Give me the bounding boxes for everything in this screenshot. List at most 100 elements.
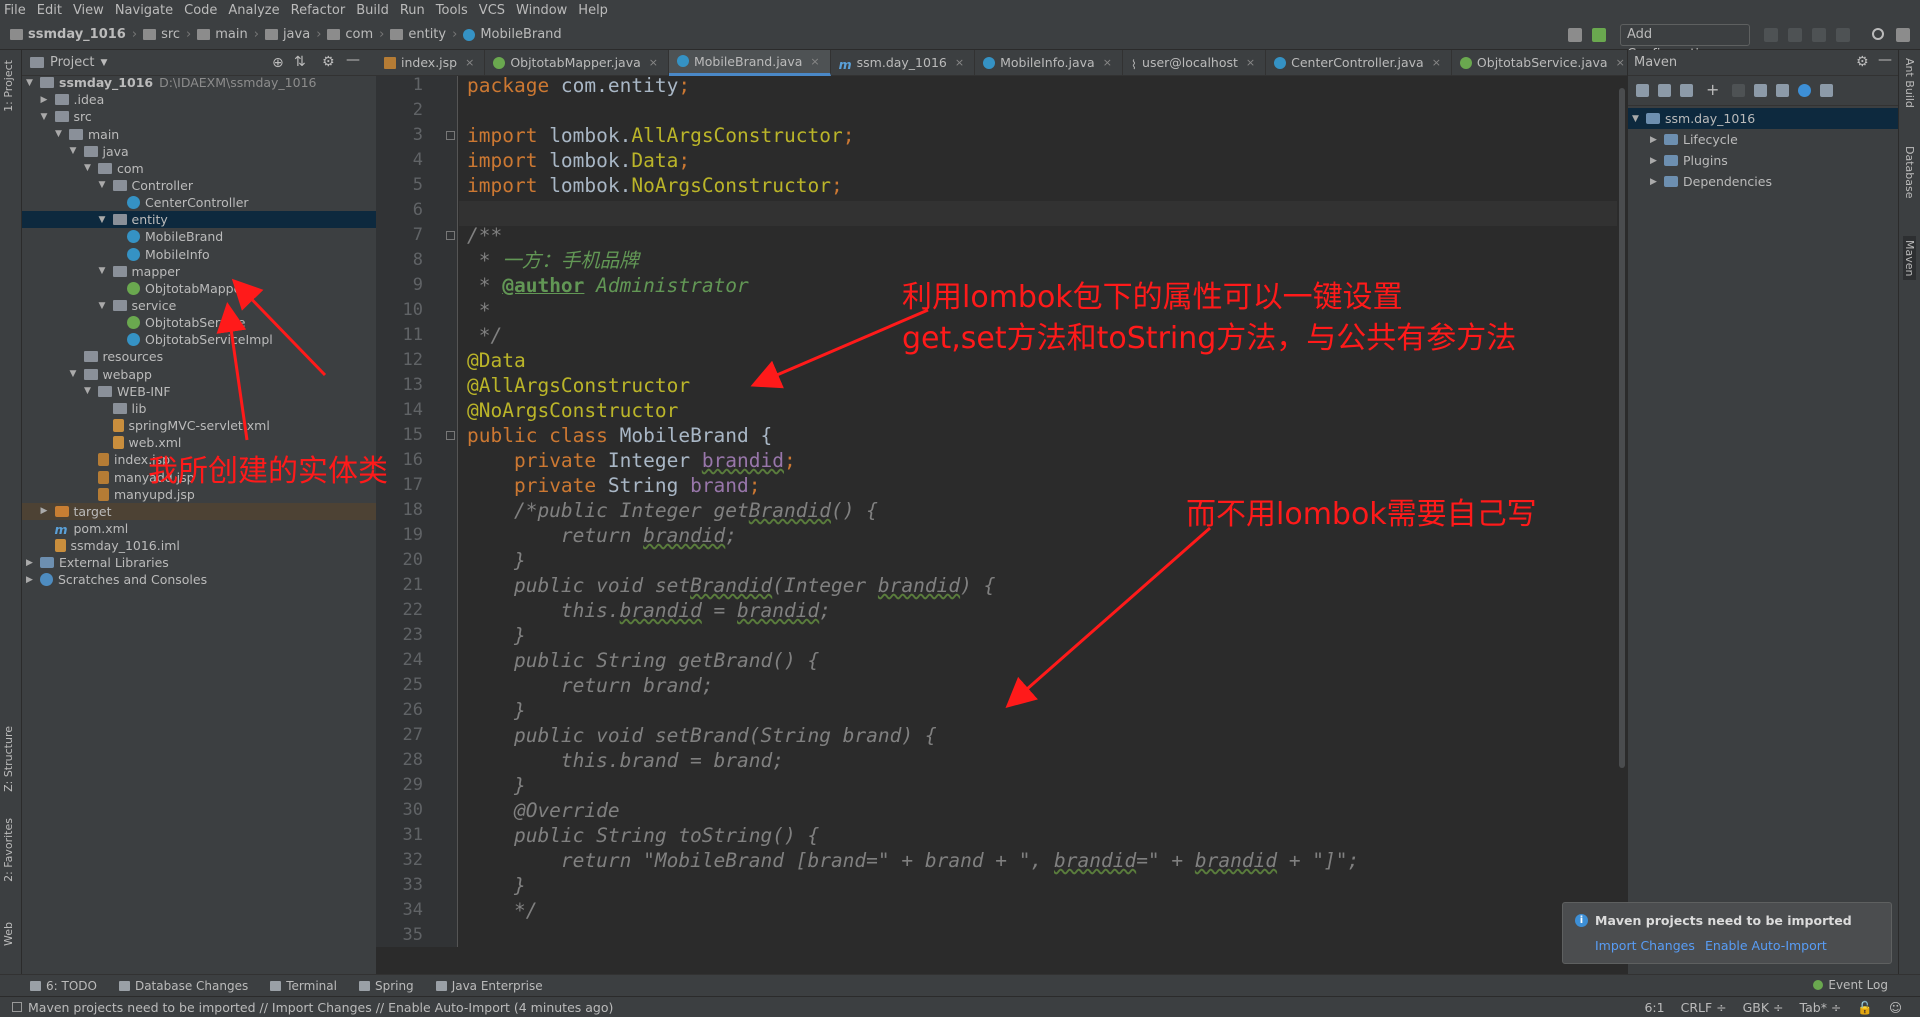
tree-item--idea[interactable]: ▶ .idea: [22, 91, 376, 108]
tree-item-service[interactable]: ▼ service: [22, 297, 376, 314]
chevron-down-icon[interactable]: ▼: [70, 146, 80, 156]
tree-item-centercontroller[interactable]: CenterController: [22, 194, 376, 211]
scrollbar-thumb[interactable]: [1619, 88, 1625, 768]
tab-ssm-day-1016[interactable]: m ssm.day_1016 ×: [831, 49, 976, 76]
coverage-icon[interactable]: [1812, 28, 1826, 42]
build-icon[interactable]: [1592, 28, 1606, 42]
tree-item-main[interactable]: ▼ main: [22, 125, 376, 142]
gear-icon[interactable]: ⚙: [322, 54, 335, 70]
tab-user-localhost[interactable]: ⌇ user@localhost ×: [1123, 49, 1267, 76]
tree-item-mapper[interactable]: ▼ mapper: [22, 263, 376, 280]
menu-item-refactor[interactable]: Refactor: [291, 3, 346, 18]
menu-item-view[interactable]: View: [73, 3, 104, 18]
menu-item-analyze[interactable]: Analyze: [228, 3, 279, 18]
chevron-right-icon[interactable]: ▶: [26, 575, 36, 585]
breadcrumb-item[interactable]: java: [264, 27, 310, 42]
status-toggle-icon[interactable]: [12, 1002, 22, 1012]
skip-tests-icon[interactable]: [1798, 84, 1811, 97]
close-icon[interactable]: ×: [1103, 56, 1112, 69]
menu-item-edit[interactable]: Edit: [37, 3, 62, 18]
toggle-offline-icon[interactable]: [1776, 84, 1789, 97]
add-configuration-button[interactable]: Add Configuration...: [1620, 24, 1750, 62]
fold-icon[interactable]: [446, 131, 455, 140]
menu-item-run[interactable]: Run: [400, 3, 425, 18]
close-icon[interactable]: ×: [1246, 56, 1255, 69]
tree-item-ssmday-1016[interactable]: ▼ ssmday_1016 D:\IDAEXM\ssmday_1016: [22, 74, 376, 91]
chevron-right-icon[interactable]: ▶: [26, 558, 36, 568]
stop-icon[interactable]: [1836, 28, 1850, 42]
chevron-down-icon[interactable]: ▼: [70, 369, 80, 379]
bottom-tab-spring[interactable]: Spring: [358, 979, 414, 993]
event-log-tab[interactable]: Event Log: [1813, 978, 1888, 992]
menu-item-vcs[interactable]: VCS: [479, 3, 505, 18]
menu-item-window[interactable]: Window: [516, 3, 567, 18]
chevron-down-icon[interactable]: ▼: [99, 301, 109, 311]
close-icon[interactable]: ×: [1616, 56, 1625, 69]
download-icon[interactable]: [1680, 84, 1693, 97]
tree-item-lib[interactable]: lib: [22, 400, 376, 417]
tab-objtotabservice-java[interactable]: ObjtotabService.java ×: [1452, 49, 1636, 76]
lock-icon[interactable]: 🔓: [1857, 1000, 1873, 1016]
tree-item-ssmday-1016-iml[interactable]: ssmday_1016.iml: [22, 537, 376, 554]
menu-item-build[interactable]: Build: [356, 3, 389, 18]
import-changes-link[interactable]: Import Changes: [1595, 938, 1695, 953]
hammer-icon[interactable]: [1568, 28, 1582, 42]
fold-icon[interactable]: [446, 431, 455, 440]
reimport-icon[interactable]: [1636, 84, 1649, 97]
tree-item-resources[interactable]: resources: [22, 348, 376, 365]
tree-item-java[interactable]: ▼ java: [22, 143, 376, 160]
tab-centercontroller-java[interactable]: CenterController.java ×: [1266, 49, 1452, 76]
run-icon[interactable]: [1764, 28, 1778, 42]
breadcrumb-item[interactable]: com: [327, 27, 373, 42]
ant-build-tool-tab[interactable]: Ant Build: [1903, 58, 1916, 108]
close-icon[interactable]: ×: [810, 55, 819, 68]
breadcrumb-item[interactable]: src: [143, 27, 180, 42]
project-tool-tab[interactable]: 1: Project: [2, 60, 15, 112]
menu-item-navigate[interactable]: Navigate: [115, 3, 173, 18]
tree-item-com[interactable]: ▼ com: [22, 160, 376, 177]
maven-item-plugins[interactable]: ▶ Plugins: [1628, 150, 1898, 171]
tree-item-mobilebrand[interactable]: MobileBrand: [22, 228, 376, 245]
chevron-down-icon[interactable]: ▼: [100, 58, 107, 68]
bottom-tab-terminal[interactable]: Terminal: [270, 979, 337, 993]
bottom-tab-java-enterprise[interactable]: Java Enterprise: [435, 979, 543, 993]
tree-item-objtotabmapper[interactable]: ObjtotabMapper: [22, 280, 376, 297]
gear-icon[interactable]: ⚙: [1856, 54, 1869, 70]
chevron-down-icon[interactable]: ▼: [41, 112, 51, 122]
menu-item-help[interactable]: Help: [578, 3, 608, 18]
breadcrumb-item[interactable]: MobileBrand: [463, 27, 562, 42]
editor-scrollbar[interactable]: [1617, 76, 1627, 947]
chevron-down-icon[interactable]: ▼: [84, 163, 94, 173]
tab-objtotabmapper-java[interactable]: ObjtotabMapper.java ×: [485, 49, 669, 76]
locate-icon[interactable]: ⊕: [272, 55, 284, 71]
chevron-down-icon[interactable]: ▼: [1632, 114, 1642, 124]
bottom-tab-6-todo[interactable]: 6: TODO: [30, 979, 97, 993]
tree-item-objtotabservice[interactable]: ObjtotabService: [22, 314, 376, 331]
tree-item-pom-xml[interactable]: m pom.xml: [22, 520, 376, 537]
breadcrumb-item[interactable]: main: [197, 27, 248, 42]
tree-item-target[interactable]: ▶ target: [22, 502, 376, 520]
chevron-right-icon[interactable]: ▶: [41, 95, 51, 105]
chevron-down-icon[interactable]: ▼: [26, 78, 36, 88]
database-tool-tab[interactable]: Database: [1903, 146, 1916, 199]
add-icon[interactable]: +: [1706, 80, 1719, 99]
tree-item-entity[interactable]: ▼ entity: [22, 211, 376, 229]
structure-tool-tab[interactable]: Z: Structure: [2, 726, 15, 792]
favorites-tool-tab[interactable]: 2: Favorites: [2, 818, 15, 882]
tree-item-web-inf[interactable]: ▼ WEB-INF: [22, 383, 376, 400]
bottom-tab-database-changes[interactable]: Database Changes: [118, 979, 248, 993]
hide-icon[interactable]: —: [1878, 52, 1892, 68]
maven-item-lifecycle[interactable]: ▶ Lifecycle: [1628, 129, 1898, 150]
maven-tool-tab[interactable]: Maven: [1903, 236, 1916, 281]
chevron-right-icon[interactable]: ▶: [1650, 177, 1660, 187]
generate-sources-icon[interactable]: [1658, 84, 1671, 97]
project-structure-icon[interactable]: [1896, 28, 1910, 42]
tab-mobileinfo-java[interactable]: MobileInfo.java ×: [975, 49, 1123, 76]
maven-item-ssm-day-1016[interactable]: ▼ ssm.day_1016: [1628, 108, 1898, 129]
chevron-right-icon[interactable]: ▶: [1650, 156, 1660, 166]
execute-goal-icon[interactable]: [1754, 84, 1767, 97]
close-icon[interactable]: ×: [649, 56, 658, 69]
debug-icon[interactable]: [1788, 28, 1802, 42]
menu-item-file[interactable]: File: [4, 3, 26, 18]
indent-setting[interactable]: Tab* ÷: [1800, 1000, 1842, 1016]
